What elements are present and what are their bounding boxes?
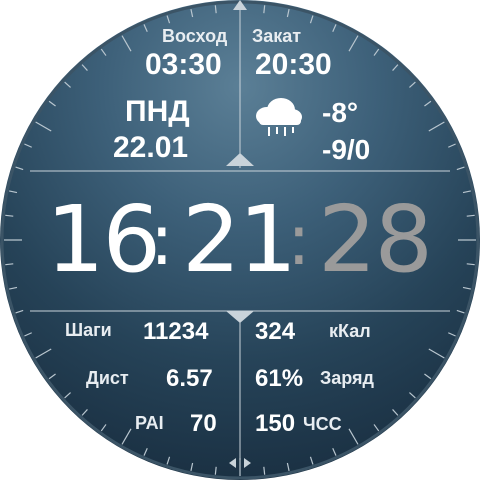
pai-label: PAI: [135, 413, 164, 433]
bezel-minor-tick: [332, 24, 337, 32]
bezel-minor-tick: [456, 166, 465, 171]
bezel-minor-tick: [9, 190, 18, 194]
up-triangle-icon: [226, 153, 254, 166]
bezel-minor-tick: [424, 373, 432, 380]
day-month: 22.01: [113, 131, 189, 164]
right-arrow-icon: [244, 458, 251, 468]
steps-value: 11234: [143, 318, 209, 345]
battery-value: 61%: [255, 365, 304, 392]
bezel-minor-tick: [190, 462, 194, 471]
bezel-minor-tick: [5, 263, 14, 266]
bezel-minor-tick: [286, 9, 290, 18]
bezel-minor-tick: [24, 143, 32, 148]
bezel-major-tick: [348, 35, 359, 52]
weekday: ПНД: [125, 95, 190, 128]
bezel-minor-tick: [48, 100, 56, 107]
steps-label: Шаги: [65, 320, 112, 340]
bezel-minor-tick: [373, 424, 380, 432]
bezel-minor-tick: [392, 64, 399, 71]
cloud-rain-icon: [256, 98, 302, 136]
time-seconds: 28: [318, 186, 433, 293]
sunrise-label: Восход: [162, 26, 228, 46]
bezel-minor-tick: [9, 286, 18, 290]
bezel-minor-tick: [24, 332, 32, 337]
bezel-minor-tick: [100, 424, 107, 432]
bezel-minor-tick: [15, 166, 24, 171]
time-colon-2: :: [287, 199, 311, 281]
bezel-minor-tick: [81, 64, 88, 71]
bezel-minor-tick: [424, 100, 432, 107]
bezel-minor-tick: [166, 15, 171, 24]
bezel-minor-tick: [263, 5, 266, 14]
bezel-minor-tick: [15, 309, 24, 314]
sunrise-time: 03:30: [145, 48, 222, 81]
bezel-minor-tick: [448, 332, 456, 337]
bezel-minor-tick: [286, 462, 290, 471]
bezel-minor-tick: [143, 24, 148, 32]
top-marker-icon: [233, 0, 247, 10]
pai-value: 70: [190, 410, 217, 437]
bezel-minor-tick: [100, 48, 107, 56]
bezel-minor-tick: [462, 190, 471, 194]
bezel-minor-tick: [466, 263, 475, 266]
bezel-minor-tick: [309, 456, 314, 465]
bezel-minor-tick: [263, 466, 266, 475]
temp-range: -9/0: [322, 134, 371, 165]
bezel-minor-tick: [214, 5, 217, 14]
distance-label: Дист: [86, 368, 129, 388]
bezel-minor-tick: [81, 409, 88, 416]
bezel-minor-tick: [456, 309, 465, 314]
bezel-major-tick: [428, 121, 445, 132]
bezel-minor-tick: [409, 392, 416, 399]
battery-label: Заряд: [320, 368, 374, 388]
bezel-major-tick: [35, 121, 52, 132]
bezel-minor-tick: [466, 214, 475, 217]
sunset-label: Закат: [252, 26, 302, 46]
temp-current: -8°: [322, 97, 359, 128]
bezel-minor-tick: [448, 143, 456, 148]
bezel-minor-tick: [332, 448, 337, 456]
bezel-major-tick: [121, 428, 132, 445]
bezel-minor-tick: [462, 286, 471, 290]
bezel-minor-tick: [392, 409, 399, 416]
bezel-minor-tick: [166, 456, 171, 465]
bezel-minor-tick: [143, 448, 148, 456]
bezel-major-tick: [348, 428, 359, 445]
bezel-minor-tick: [48, 373, 56, 380]
bezel-major-tick: [121, 35, 132, 52]
down-triangle-icon: [226, 311, 254, 323]
bezel-minor-tick: [64, 392, 71, 399]
time-colon-1: :: [150, 199, 174, 281]
calories-value: 324: [255, 318, 296, 345]
bezel-minor-tick: [373, 48, 380, 56]
watch-face: Восход 03:30 Закат 20:30 ПНД 22.01 -8° -…: [0, 0, 480, 480]
left-arrow-icon: [229, 458, 236, 468]
distance-value: 6.57: [166, 365, 213, 392]
bezel-major-tick: [428, 348, 445, 359]
bezel-major-tick: [35, 348, 52, 359]
bezel-minor-tick: [190, 9, 194, 18]
heart-value: 150: [255, 410, 296, 437]
bezel-minor-tick: [309, 15, 314, 24]
bezel-minor-tick: [5, 214, 14, 217]
sunset-time: 20:30: [255, 48, 332, 81]
heart-label: ЧСС: [303, 414, 342, 434]
calories-label: кКал: [329, 321, 371, 341]
bezel-minor-tick: [214, 466, 217, 475]
bezel-minor-tick: [64, 81, 71, 88]
time-minutes: 21: [182, 186, 297, 293]
time-hours: 16: [46, 186, 161, 293]
bezel-minor-tick: [409, 81, 416, 88]
